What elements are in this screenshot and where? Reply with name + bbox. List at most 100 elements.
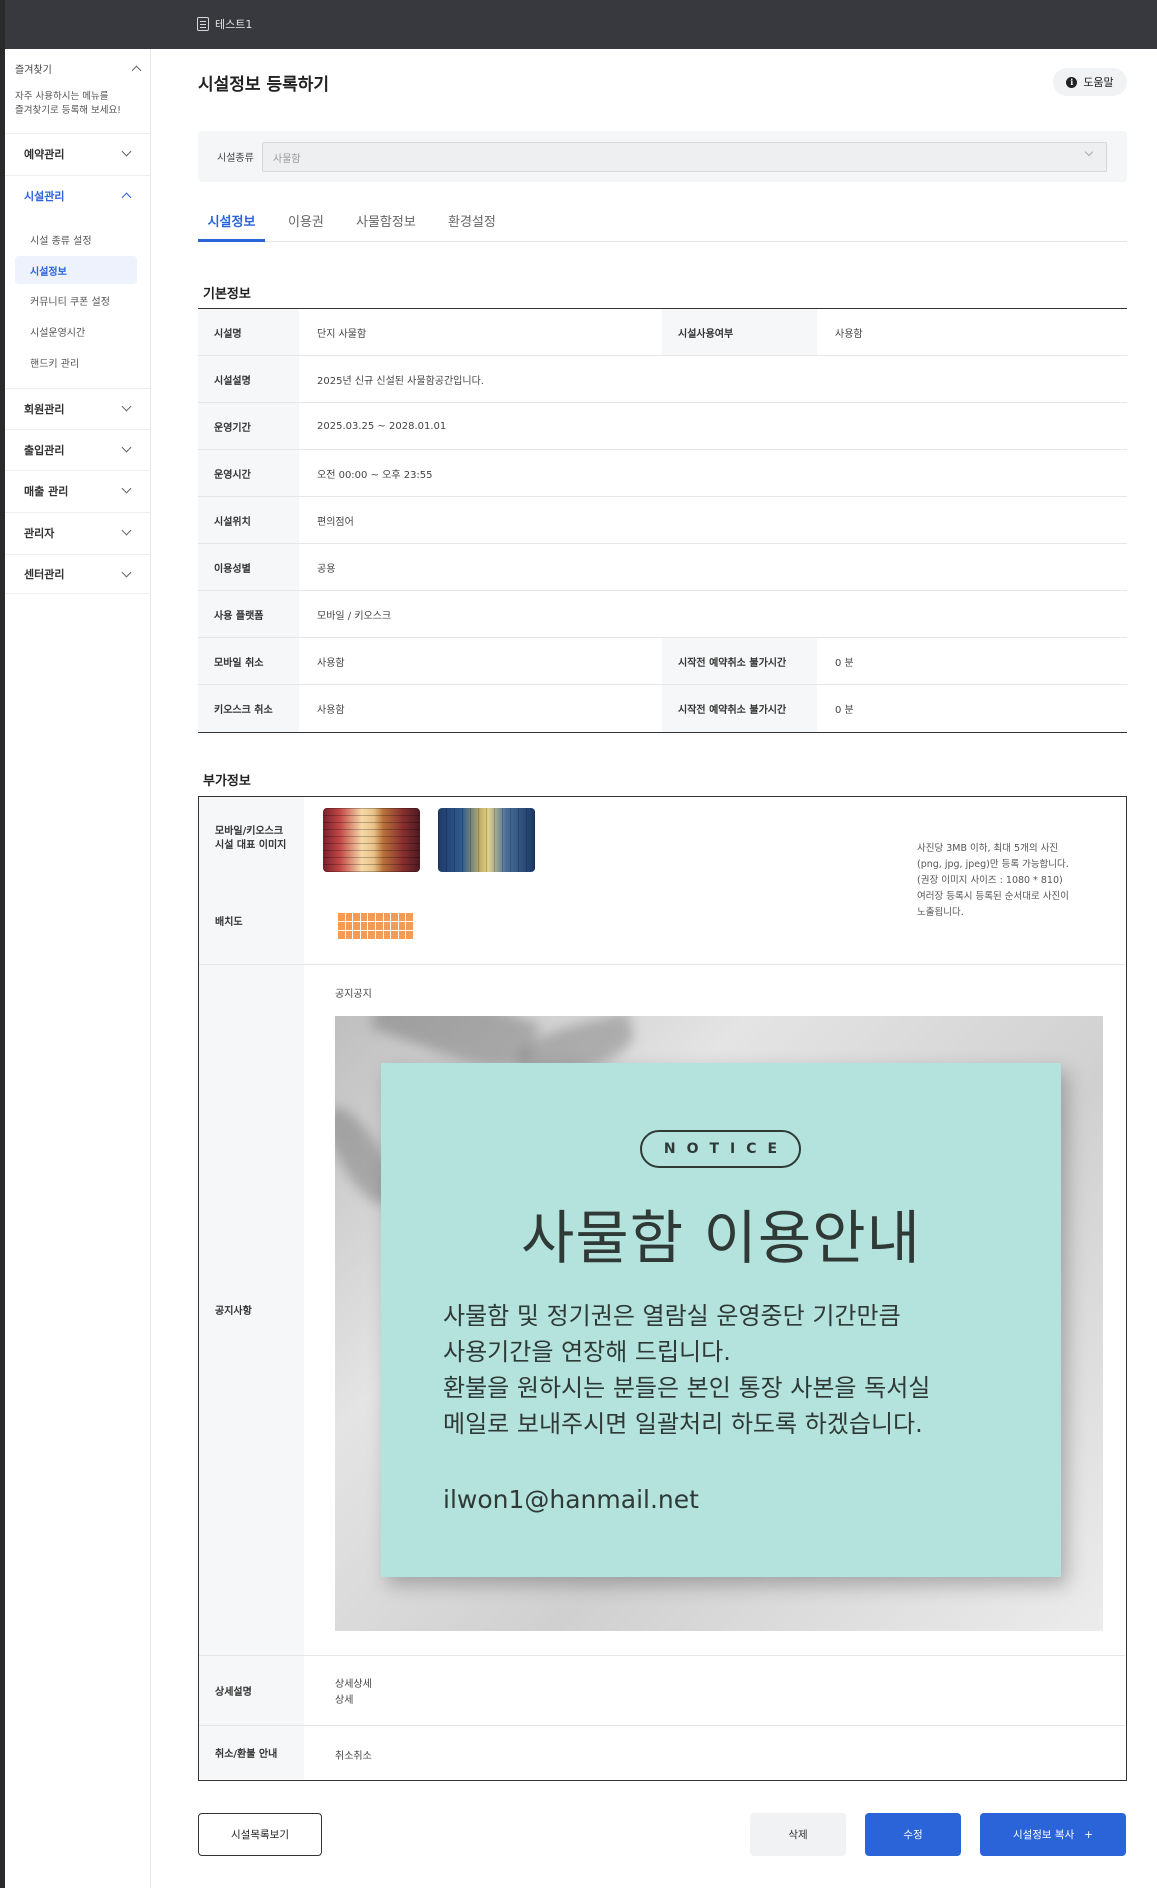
chevron-up-icon <box>121 192 132 202</box>
platform-value: 모바일 / 키오스크 <box>317 610 392 622</box>
submenu-label: 시설운영시간 <box>30 327 86 339</box>
row-label: 모바일 취소 <box>198 638 299 684</box>
notice-title: 공지공지 <box>335 989 372 1000</box>
delete-button[interactable]: 삭제 <box>750 1813 846 1856</box>
table-row: 운영기간 2025.03.25 ~ 2028.01.01 <box>198 403 1127 450</box>
info-icon: i <box>1066 76 1078 88</box>
hours-value: 오전 00:00 ~ 오후 23:55 <box>317 469 433 481</box>
image-upload-note: 사진당 3MB 이하, 최대 5개의 사진 (png, jpg, jpeg)만 … <box>917 843 1069 918</box>
chevron-down-icon <box>121 401 132 412</box>
detail-label: 상세설명 <box>215 1687 252 1698</box>
row-label: 운영기간 <box>198 403 299 449</box>
sidebar-item-access[interactable]: 출입관리 <box>5 429 150 469</box>
mobile-cancel-limit-value: 0 분 <box>835 657 854 669</box>
submenu-operating-hours[interactable]: 시설운영시간 <box>15 317 137 345</box>
usage-status-value: 사용함 <box>835 328 863 340</box>
table-row: 이용성별 공용 <box>198 544 1127 591</box>
edit-button[interactable]: 수정 <box>865 1813 961 1856</box>
sidebar: 즐겨찾기 자주 사용하시는 메뉴를 즐겨찾기로 등록해 보세요! 예약관리 시설… <box>5 49 151 1888</box>
gender-value: 공용 <box>317 563 336 575</box>
notice-card: NOTICE 사물함 이용안내 사물함 및 정기권은 열람실 운영중단 기간만큼… <box>381 1063 1061 1577</box>
submenu-facility-type[interactable]: 시설 종류 설정 <box>15 225 137 253</box>
sidebar-item-facility[interactable]: 시설관리 <box>5 175 150 215</box>
notice-image[interactable]: NOTICE 사물함 이용안내 사물함 및 정기권은 열람실 운영중단 기간만큼… <box>335 1016 1103 1631</box>
tab-facility-info[interactable]: 시설정보 <box>198 211 265 242</box>
sidebar-item-admin[interactable]: 관리자 <box>5 512 150 552</box>
facility-image-2[interactable] <box>438 808 535 872</box>
row-label: 시설명 <box>198 309 299 355</box>
sidebar-item-label: 회원관리 <box>24 402 65 416</box>
sidebar-item-label: 센터관리 <box>24 568 65 581</box>
kiosk-cancel-limit-value: 0 분 <box>835 705 854 716</box>
help-label: 도움말 <box>1083 76 1114 89</box>
submenu-coupon[interactable]: 커뮤니티 쿠폰 설정 <box>15 286 137 314</box>
kiosk-cancel-value: 사용함 <box>317 705 345 716</box>
row-label: 시작전 예약취소 불가시간 <box>662 638 817 684</box>
select-value: 사물함 <box>273 153 301 165</box>
notice-label: 공지사항 <box>215 1306 252 1317</box>
mobile-cancel-value: 사용함 <box>317 657 345 669</box>
divider <box>199 964 1125 965</box>
filter-label: 시설종류 <box>217 153 254 164</box>
divider <box>199 1655 1125 1656</box>
document-icon <box>197 17 209 31</box>
detail-value: 상세상세 상세 <box>335 1679 372 1706</box>
chevron-up-icon[interactable] <box>131 65 142 75</box>
copy-button-label: 시설정보 복사 <box>1012 1829 1075 1841</box>
help-button[interactable]: i 도움말 <box>1053 68 1127 96</box>
row-label: 운영시간 <box>198 450 299 496</box>
table-row: 키오스크 취소 사용함 시작전 예약취소 불가시간 0 분 <box>198 685 1127 732</box>
submenu-facility-info[interactable]: 시설정보 <box>15 256 137 284</box>
layout-label: 배치도 <box>215 917 243 928</box>
basic-info-title: 기본정보 <box>203 287 251 302</box>
basic-info-table: 시설명 단지 사물함 시설사용여부 사용함 시설설명 2025년 신규 신설된 … <box>198 308 1127 733</box>
submenu-label: 핸드키 관리 <box>30 358 80 370</box>
favorites-title: 즐겨찾기 <box>15 65 52 76</box>
row-label: 키오스크 취소 <box>198 685 299 732</box>
row-label: 시설위치 <box>198 497 299 543</box>
facility-type-select[interactable]: 사물함 <box>262 142 1107 172</box>
plus-icon: + <box>1084 1828 1094 1841</box>
sidebar-item-label: 시설관리 <box>24 189 65 203</box>
notice-heading: 사물함 이용안내 <box>521 1204 921 1272</box>
row-label: 시설사용여부 <box>662 309 817 355</box>
table-row: 시설설명 2025년 신규 신설된 사물함공간입니다. <box>198 356 1127 403</box>
table-row: 모바일 취소 사용함 시작전 예약취소 불가시간 0 분 <box>198 638 1127 685</box>
facility-image-1[interactable] <box>323 808 420 872</box>
notice-body: 사물함 및 정기권은 열람실 운영중단 기간만큼 사용기간을 연장해 드립니다.… <box>443 1302 931 1438</box>
facility-list-button[interactable]: 시설목록보기 <box>198 1813 322 1856</box>
browser-tab[interactable]: 테스트1 <box>197 16 252 32</box>
refund-value: 취소취소 <box>335 1751 372 1762</box>
chevron-down-icon <box>121 483 132 494</box>
submenu-handkey[interactable]: 핸드키 관리 <box>15 348 137 376</box>
sidebar-item-members[interactable]: 회원관리 <box>5 388 150 428</box>
extra-info-title: 부가정보 <box>203 774 251 789</box>
row-label: 시설설명 <box>198 356 299 402</box>
notice-pill: NOTICE <box>640 1130 801 1168</box>
description-value: 2025년 신규 신설된 사물함공간입니다. <box>317 375 484 387</box>
chevron-down-icon <box>121 442 132 453</box>
tab-settings[interactable]: 환경설정 <box>448 211 496 242</box>
layout-image[interactable] <box>329 895 415 951</box>
facility-name-value: 단지 사물함 <box>317 328 367 340</box>
row-label: 사용 플랫폼 <box>198 591 299 637</box>
sidebar-item-reservation[interactable]: 예약관리 <box>5 133 150 173</box>
favorites-description: 자주 사용하시는 메뉴를 즐겨찾기로 등록해 보세요! <box>15 91 121 116</box>
sidebar-item-label: 출입관리 <box>24 443 65 457</box>
sidebar-item-label: 매출 관리 <box>24 484 69 498</box>
sidebar-item-center[interactable]: 센터관리 <box>5 554 150 594</box>
facility-type-filter: 시설종류 사물함 <box>198 131 1127 182</box>
table-row: 시설명 단지 사물함 시설사용여부 사용함 <box>198 309 1127 356</box>
copy-facility-button[interactable]: 시설정보 복사 + <box>980 1813 1126 1856</box>
sidebar-item-label: 예약관리 <box>24 147 65 161</box>
location-value: 편의점어 <box>317 516 354 528</box>
tab-locker-info[interactable]: 사물함정보 <box>356 211 416 242</box>
tab-bar: 시설정보 이용권 사물함정보 환경설정 <box>198 209 1127 242</box>
favorites-header[interactable]: 즐겨찾기 <box>15 61 142 76</box>
table-row: 시설위치 편의점어 <box>198 497 1127 544</box>
chevron-down-icon <box>121 525 132 536</box>
tab-pass[interactable]: 이용권 <box>288 211 324 242</box>
submenu-label: 커뮤니티 쿠폰 설정 <box>30 296 110 308</box>
sidebar-item-sales[interactable]: 매출 관리 <box>5 470 150 510</box>
period-value: 2025.03.25 ~ 2028.01.01 <box>317 420 447 432</box>
